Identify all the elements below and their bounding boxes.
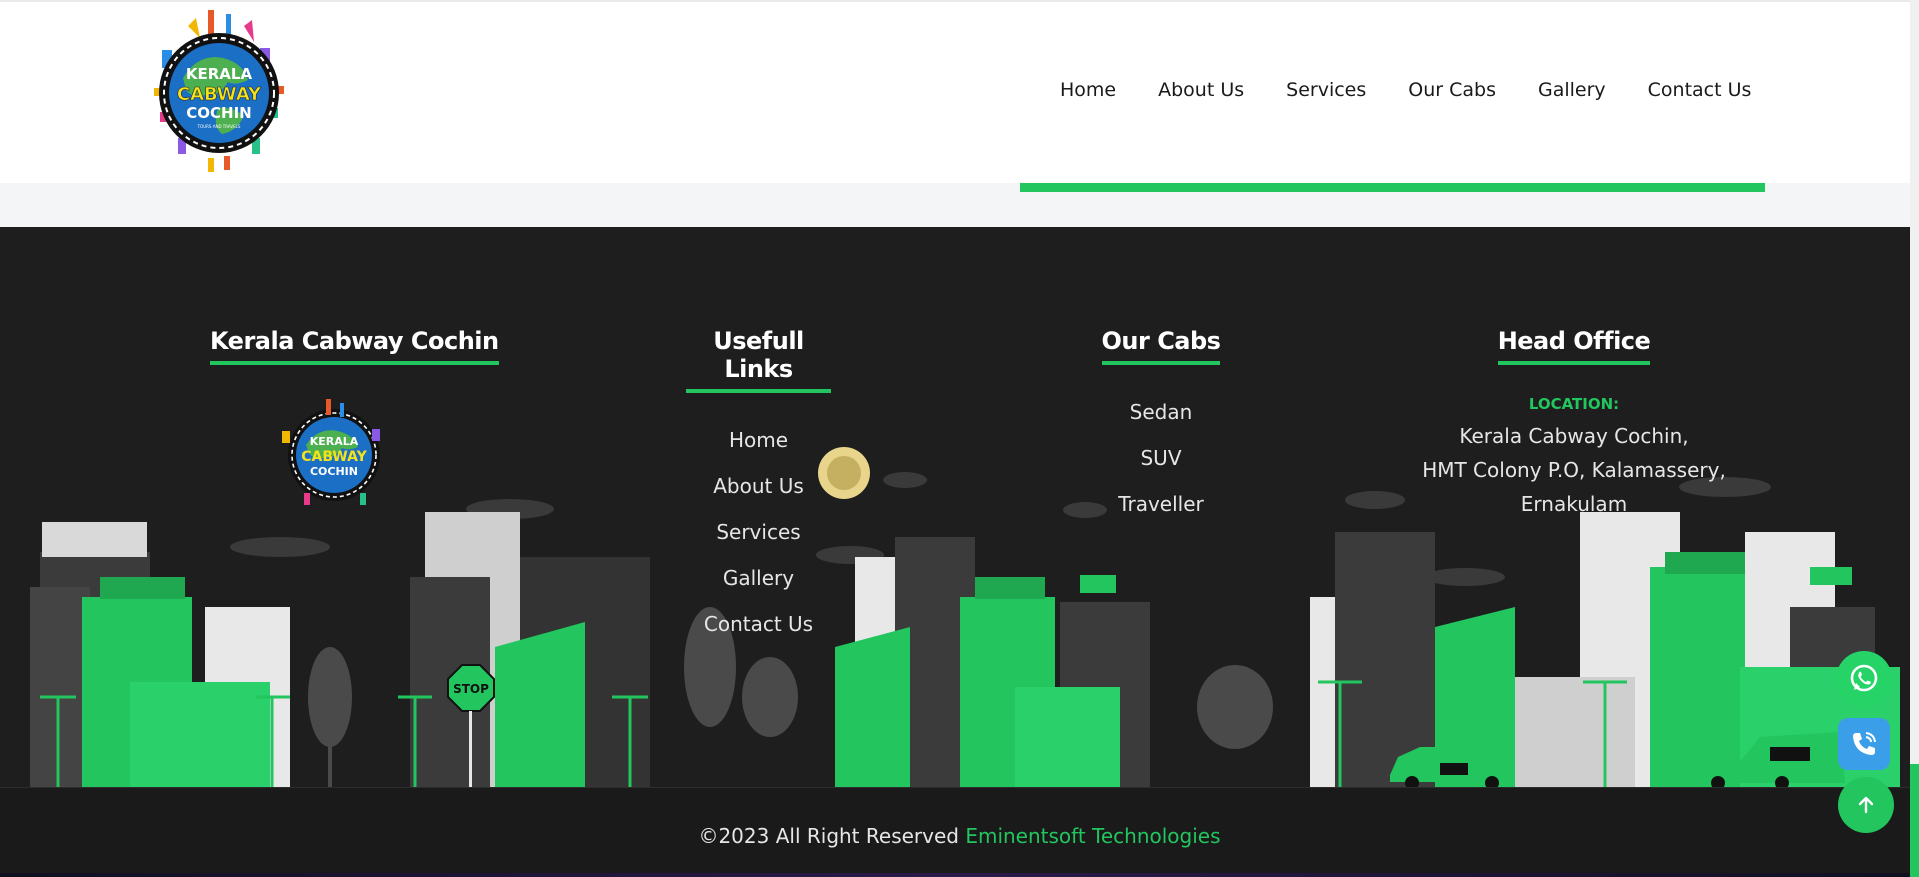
footer-col-office: Head Office LOCATION: Kerala Cabway Coch… [1406,327,1742,521]
copyright-bar: ©2023 All Right Reserved Eminentsoft Tec… [0,787,1919,877]
footer-link-contact-us[interactable]: Contact Us [686,601,831,647]
copyright-text: ©2023 All Right Reserved Eminentsoft Tec… [0,824,1919,848]
address-line-3: Ernakulam [1520,492,1628,516]
phone-icon [1853,732,1876,755]
footer-logo-cochin: COCHIN [310,465,358,478]
logo-tagline: TOURS AND TRAVELS [197,124,241,129]
main-nav: Home About Us Services Our Cabs Gallery … [1060,79,1751,101]
back-to-top-button[interactable] [1838,777,1894,833]
taxi-car-left [1390,747,1515,787]
header-top-border [0,0,1910,2]
nav-about-us[interactable]: About Us [1158,79,1244,101]
site-logo[interactable]: KERALA CABWAY COCHIN TOURS AND TRAVELS [148,8,293,173]
footer-logo-cabway: CABWAY [301,449,367,465]
copyright-notice: ©2023 All Right Reserved [698,824,966,848]
footer-logo: KERALA CABWAY COCHIN [282,399,380,505]
footer-logo-kerala: KERALA [310,435,359,448]
footer-col-cabs: Our Cabs Sedan SUV Traveller [1101,327,1221,527]
developer-link[interactable]: Eminentsoft Technologies [965,824,1220,848]
location-label: LOCATION: [1528,395,1620,413]
footer-link-about-us[interactable]: About Us [686,463,831,509]
nav-gallery[interactable]: Gallery [1538,79,1606,101]
svg-text:STOP: STOP [453,682,489,696]
logo-graphic: KERALA CABWAY COCHIN TOURS AND TRAVELS [154,10,284,172]
nav-home[interactable]: Home [1060,79,1116,101]
left-buildings: STOP [30,512,650,787]
footer-cab-suv[interactable]: SUV [1101,435,1221,481]
nav-services[interactable]: Services [1286,79,1366,101]
footer-link-home[interactable]: Home [686,417,831,463]
footer-link-services[interactable]: Services [686,509,831,555]
footer-office-title: Head Office [1497,327,1651,365]
footer-col-links: Usefull Links Home About Us Services Gal… [686,327,831,647]
footer-links-list: Home About Us Services Gallery Contact U… [686,417,831,647]
footer-about-title: Kerala Cabway Cochin [210,327,499,365]
right-buildings [1310,512,1900,787]
office-address: Kerala Cabway Cochin, HMT Colony P.O, Ka… [1406,419,1742,521]
address-line-2: HMT Colony P.O, Kalamassery, [1422,458,1726,482]
footer-cabs-title: Our Cabs [1101,327,1221,365]
logo-text-kerala: KERALA [186,65,253,83]
footer-col-about: Kerala Cabway Cochin [210,327,499,365]
logo-text-cochin: COCHIN [186,104,251,122]
scrollbar-track[interactable] [1910,0,1919,877]
call-button[interactable] [1838,718,1890,770]
nav-contact-us[interactable]: Contact Us [1648,79,1752,101]
footer-cab-sedan[interactable]: Sedan [1101,389,1221,435]
header-accent-line [1020,183,1765,192]
footer-cab-traveller[interactable]: Traveller [1101,481,1221,527]
footer-link-gallery[interactable]: Gallery [686,555,831,601]
whatsapp-button[interactable] [1836,651,1892,707]
arrow-up-icon [1858,796,1874,814]
site-header: KERALA CABWAY COCHIN TOURS AND TRAVELS H… [0,0,1910,183]
whatsapp-icon [1850,664,1878,692]
logo-text-cabway: CABWAY [177,84,262,105]
footer-links-title: Usefull Links [686,327,831,393]
nav-our-cabs[interactable]: Our Cabs [1408,79,1496,101]
scrollbar-thumb[interactable] [1910,764,1919,877]
address-line-1: Kerala Cabway Cochin, [1459,424,1689,448]
bottom-gradient-stripe [0,873,1919,877]
site-footer: STOP KERALA CABWAY COCHIN Kerala Cabway … [0,227,1919,877]
footer-cabs-list: Sedan SUV Traveller [1101,389,1221,527]
